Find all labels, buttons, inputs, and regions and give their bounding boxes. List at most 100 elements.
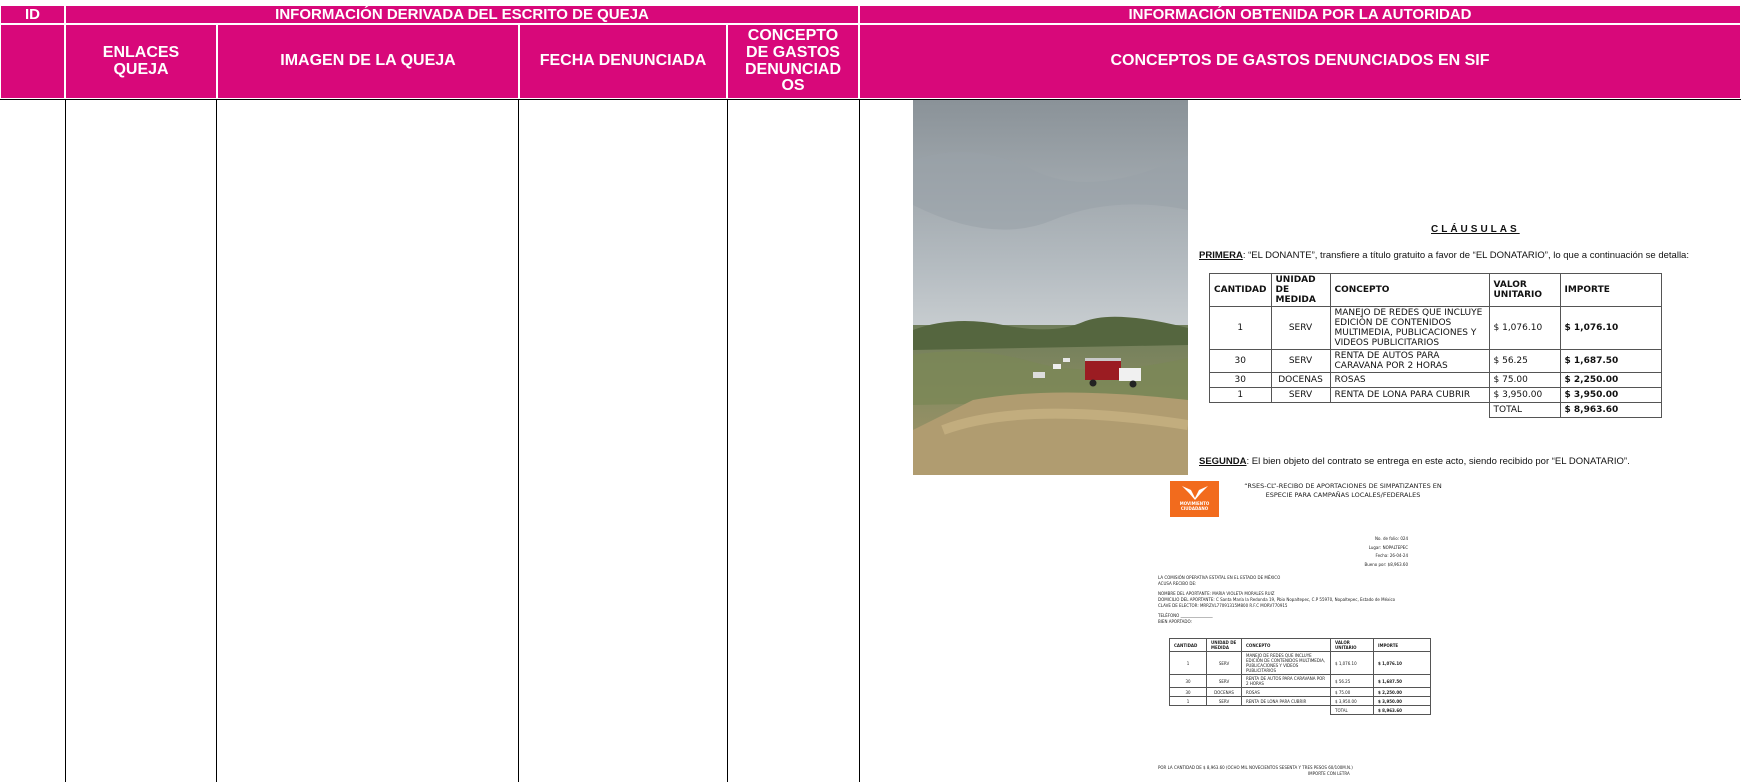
cell-unidad: SERV: [1270, 349, 1331, 373]
receipt-fields: No. de folio: 024 Lugar: NOPALTEPEC Fech…: [1318, 535, 1408, 569]
header-bottom-border: [0, 99, 1741, 100]
cell-concepto: MANEJO DE REDES QUE INCLUYE EDICIÓN DE C…: [1329, 306, 1490, 350]
cell-valor: $ 56.25: [1488, 349, 1561, 373]
header-concepto-gastos: CONCEPTO DE GASTOS DENUNCIAD OS: [727, 24, 859, 99]
col-cantidad: CANTIDAD: [1169, 638, 1207, 652]
cell-cantidad: 1: [1209, 306, 1272, 350]
col-concepto: CONCEPTO: [1241, 638, 1331, 652]
folio: No. de folio: 024: [1375, 536, 1408, 541]
col-unidad: UNIDAD DE MEDIDA: [1206, 638, 1242, 652]
cell-unidad: SERV: [1270, 387, 1331, 403]
fecha: Fecha: 26-04-24: [1375, 553, 1408, 558]
cell-concepto: RENTA DE LONA PARA CUBRIR: [1329, 387, 1490, 403]
cell-cantidad: 1: [1209, 387, 1272, 403]
nombre-line: NOMBRE DEL APORTANTE: MARIA VIOLETA MORA…: [1158, 591, 1275, 596]
header-fecha-denunciada: FECHA DENUNCIADA: [519, 24, 727, 99]
bueno-por: Bueno por: $8,963.60: [1364, 561, 1408, 567]
cell-valor: $ 75.00: [1330, 687, 1374, 697]
table-total-row: TOTAL $ 8,963.60: [1210, 402, 1662, 418]
table-row: 1 SERV RENTA DE LONA PARA CUBRIR $ 3,950…: [1209, 387, 1662, 403]
cell-cantidad: 1: [1169, 651, 1207, 675]
header-imagen-queja: IMAGEN DE LA QUEJA: [217, 24, 519, 99]
total-value: $ 8,963.60: [1373, 705, 1431, 715]
cell-cantidad: 30: [1209, 372, 1272, 388]
bien-line: BIEN APORTADO:: [1158, 619, 1192, 624]
table-header-row: CANTIDAD UNIDAD DE MEDIDA CONCEPTO VALOR…: [1209, 273, 1662, 307]
cell-concepto: ROSAS: [1329, 372, 1490, 388]
header-id: ID: [0, 5, 65, 24]
donation-contract: CLÁUSULAS PRIMERA: “EL DONANTE”, transfi…: [1198, 207, 1689, 477]
col-valor: VALOR UNITARIO: [1330, 638, 1374, 652]
col-unidad: UNIDAD DE MEDIDA: [1270, 273, 1331, 307]
cell-cantidad: 1: [1169, 696, 1207, 706]
cell-importe: $ 3,950.00: [1373, 696, 1431, 706]
clause-primera: PRIMERA: “EL DONANTE”, transfiere a títu…: [1199, 250, 1689, 261]
cell-unidad: DOCENAS: [1206, 687, 1242, 697]
table-row: 30 DOCENAS ROSAS $ 75.00 $ 2,250.00: [1169, 687, 1431, 697]
receipt-title: “RSES-CL”-RECIBO DE APORTACIONES DE SIMP…: [1244, 482, 1442, 499]
cell-concepto: RENTA DE LONA PARA CUBRIR: [1241, 696, 1331, 706]
col-importe: IMPORTE: [1559, 273, 1662, 307]
cell-concepto: RENTA DE AUTOS PARA CARAVANA POR 2 HORAS: [1329, 349, 1490, 373]
telefono-line: TELÉFONO ________________: [1158, 613, 1213, 618]
cell-importe: $ 2,250.00: [1559, 372, 1662, 388]
primera-text: : “EL DONANTE”, transfiere a título grat…: [1242, 250, 1689, 261]
total-label: TOTAL: [1330, 705, 1374, 715]
table-row: 30 DOCENAS ROSAS $ 75.00 $ 2,250.00: [1209, 372, 1662, 388]
cell-concepto: RENTA DE AUTOS PARA CARAVANA POR 2 HORAS: [1241, 674, 1331, 688]
cell-unidad: SERV: [1270, 306, 1331, 350]
cell-cantidad: 30: [1169, 687, 1207, 697]
importe-letra-line: IMPORTE CON LETRA: [1308, 771, 1350, 776]
cell-concepto: MANEJO DE REDES QUE INCLUYE EDICIÓN DE C…: [1241, 651, 1331, 675]
column-divider: [859, 99, 860, 782]
column-divider: [518, 99, 519, 782]
table-header-row: CANTIDAD UNIDAD DE MEDIDA CONCEPTO VALOR…: [1169, 638, 1431, 652]
cell-unidad: DOCENAS: [1270, 372, 1331, 388]
lugar: Lugar: NOPALTEPEC: [1368, 544, 1408, 550]
table-row: 30 SERV RENTA DE AUTOS PARA CARAVANA POR…: [1209, 349, 1662, 373]
table-row: 1 SERV MANEJO DE REDES QUE INCLUYE EDICI…: [1169, 651, 1431, 675]
receipt-concepts-table: CANTIDAD UNIDAD DE MEDIDA CONCEPTO VALOR…: [1169, 638, 1431, 715]
cell-importe: $ 3,950.00: [1559, 387, 1662, 403]
header-enlaces-queja: ENLACES QUEJA: [65, 24, 217, 99]
eagle-icon: [1181, 486, 1208, 500]
contract-concepts-table: CANTIDAD UNIDAD DE MEDIDA CONCEPTO VALOR…: [1209, 273, 1662, 418]
cell-importe: $ 1,687.50: [1373, 674, 1431, 688]
cell-unidad: SERV: [1206, 651, 1242, 675]
cell-unidad: SERV: [1206, 674, 1242, 688]
clause-segunda: SEGUNDA: El bien objeto del contrato se …: [1199, 456, 1630, 467]
cantidad-de-line: POR LA CANTIDAD DE $ 8,963.60 (OCHO MIL …: [1158, 765, 1353, 770]
column-divider: [216, 99, 217, 782]
cell-valor: $ 1,076.10: [1330, 651, 1374, 675]
complaint-table: ID INFORMACIÓN DERIVADA DEL ESCRITO DE Q…: [0, 0, 1741, 782]
cell-importe: $ 1,076.10: [1373, 651, 1431, 675]
col-valor: VALOR UNITARIO: [1488, 273, 1561, 307]
col-importe: IMPORTE: [1373, 638, 1431, 652]
movimiento-ciudadano-logo: MOVIMIENTO CIUDADANO: [1170, 481, 1219, 517]
cell-concepto: ROSAS: [1241, 687, 1331, 697]
primera-label: PRIMERA: [1199, 250, 1243, 261]
table-row: 1 SERV RENTA DE LONA PARA CUBRIR $ 3,950…: [1169, 696, 1431, 706]
cell-importe: $ 1,687.50: [1559, 349, 1662, 373]
table-row: 30 SERV RENTA DE AUTOS PARA CARAVANA POR…: [1169, 674, 1431, 688]
segunda-label: SEGUNDA: [1199, 456, 1247, 467]
total-value: $ 8,963.60: [1559, 402, 1662, 418]
total-label: TOTAL: [1488, 402, 1561, 418]
segunda-text: : El bien objeto del contrato se entrega…: [1246, 456, 1630, 467]
table-total-row: TOTAL $ 8,963.60: [1170, 705, 1431, 715]
cell-cantidad: 30: [1169, 674, 1207, 688]
cell-cantidad: 30: [1209, 349, 1272, 373]
col-cantidad: CANTIDAD: [1209, 273, 1272, 307]
cell-importe: $ 2,250.00: [1373, 687, 1431, 697]
donation-receipt: MOVIMIENTO CIUDADANO “RSES-CL”-RECIBO DE…: [1158, 479, 1458, 782]
cell-valor: $ 3,950.00: [1330, 696, 1374, 706]
comision-line: LA COMISIÓN OPERATIVA ESTATAL EN EL ESTA…: [1158, 575, 1281, 580]
clausulas-title: CLÁUSULAS: [1431, 224, 1520, 235]
column-divider: [727, 99, 728, 782]
cell-valor: $ 1,076.10: [1488, 306, 1561, 350]
cell-valor: $ 75.00: [1488, 372, 1561, 388]
header-info-autoridad: INFORMACIÓN OBTENIDA POR LA AUTORIDAD: [859, 5, 1741, 24]
header-conceptos-sif: CONCEPTOS DE GASTOS DENUNCIADOS EN SIF: [859, 24, 1741, 99]
evidence-photo: [913, 100, 1188, 475]
cell-importe: $ 1,076.10: [1559, 306, 1662, 350]
